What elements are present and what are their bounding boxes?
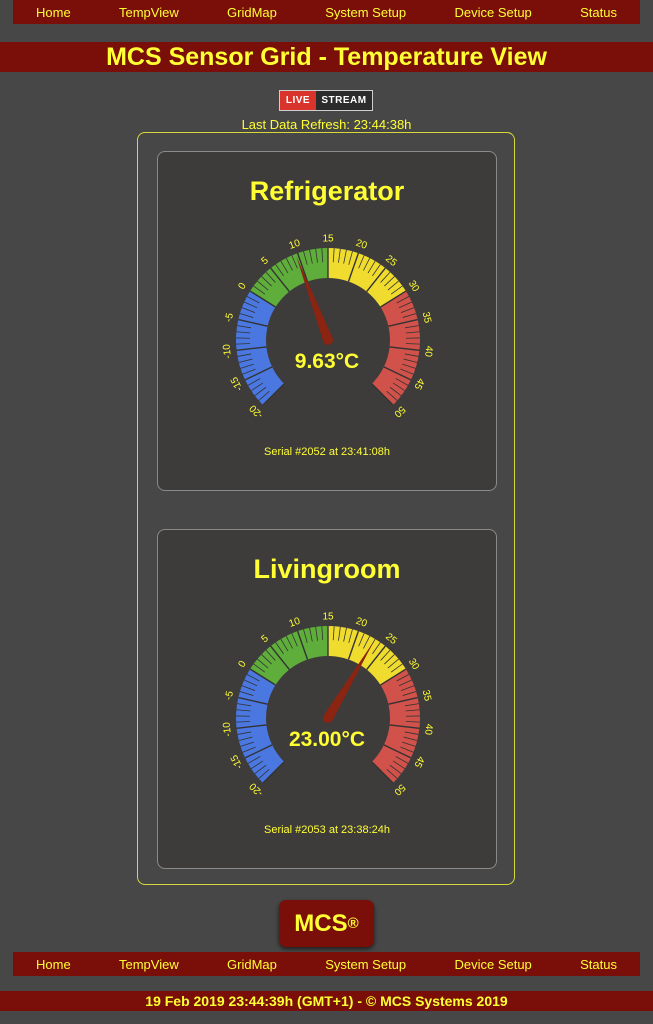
gauge-tick-label: 25: [383, 631, 399, 647]
gauge-tick-label: 45: [411, 754, 426, 769]
gauge-tick-label: 50: [391, 403, 407, 419]
gauge-tick-label: -5: [223, 312, 236, 324]
stream-label: STREAM: [316, 91, 372, 110]
gauge-tick-label: 35: [420, 689, 433, 703]
sensor-name: Livingroom: [253, 554, 401, 584]
livestream-badge[interactable]: LIVE STREAM: [279, 90, 373, 111]
nav-device-setup[interactable]: Device Setup: [454, 957, 531, 972]
sensor-name: Refrigerator: [249, 176, 405, 206]
registered-mark: ®: [347, 915, 359, 932]
page-title: MCS Sensor Grid - Temperature View: [106, 42, 547, 71]
gauge-tick-label: 35: [420, 311, 433, 325]
nav-status[interactable]: Status: [580, 957, 617, 972]
gauge-tick-label: 10: [288, 238, 303, 252]
top-nav: Home TempView GridMap System Setup Devic…: [13, 0, 640, 24]
gauge-needle-hub: [323, 335, 333, 345]
gauge-tick-label: -15: [229, 752, 245, 770]
title-bar: MCS Sensor Grid - Temperature View: [0, 42, 653, 72]
nav-tempview[interactable]: TempView: [119, 957, 179, 972]
nav-tempview[interactable]: TempView: [119, 5, 179, 20]
gauge-tick-label: -5: [223, 690, 236, 702]
gauge-tick-label: 0: [236, 659, 249, 670]
temperature-gauge: -20-15-10-50510 15 20253035404550: [221, 612, 434, 799]
nav-status[interactable]: Status: [580, 5, 617, 20]
footer: 19 Feb 2019 23:44:39h (GMT+1) - © MCS Sy…: [0, 991, 653, 1011]
nav-gridmap[interactable]: GridMap: [227, 5, 277, 20]
gauge-tick-label: 15: [322, 234, 334, 245]
gauge-tick-label: 50: [391, 781, 407, 797]
nav-gridmap[interactable]: GridMap: [227, 957, 277, 972]
serial-info: Serial #2052 at 23:41:08h: [264, 446, 390, 458]
gauge-tick-label: 10: [288, 616, 303, 630]
logo-text: MCS: [294, 909, 348, 937]
gauge-tick-label: 5: [260, 255, 272, 267]
nav-home[interactable]: Home: [36, 957, 71, 972]
mcs-logo: MCS ®: [279, 900, 374, 947]
gauge-tick-label: 25: [383, 253, 399, 269]
serial-info: Serial #2053 at 23:38:24h: [264, 824, 390, 836]
nav-system-setup[interactable]: System Setup: [325, 957, 406, 972]
gauge-tick-label: 20: [354, 616, 369, 630]
gauge-tick-label: 15: [322, 612, 334, 623]
nav-system-setup[interactable]: System Setup: [325, 5, 406, 20]
nav-home[interactable]: Home: [36, 5, 71, 20]
gauge-tick-label: 5: [260, 633, 272, 645]
gauge-tick-label: 30: [406, 657, 421, 673]
temperature-reading: 9.63°C: [294, 350, 360, 373]
nav-device-setup[interactable]: Device Setup: [454, 5, 531, 20]
bottom-nav: Home TempView GridMap System Setup Devic…: [13, 952, 640, 976]
gauge-tick-label: 45: [411, 376, 426, 391]
gauge-tick-label: 0: [236, 281, 249, 292]
live-label: LIVE: [280, 91, 316, 110]
gauge-tick-label: 30: [406, 279, 421, 295]
last-refresh-text: Last Data Refresh: 23:44:38h: [241, 117, 412, 132]
gauge-tick-label: -15: [229, 374, 245, 392]
gauge-tick-label: 20: [354, 238, 369, 252]
temperature-gauge: -20-15-10-50510 15 20253035404550: [221, 234, 434, 421]
temperature-reading: 23.00°C: [288, 728, 366, 751]
footer-text: 19 Feb 2019 23:44:39h (GMT+1) - © MCS Sy…: [145, 993, 508, 1009]
gauge-needle-hub: [323, 713, 333, 723]
sensor-card: Livingroom -20 -15 -10 -5 0 5 10 15 20 25 30 35 40 45…: [157, 529, 497, 869]
sensor-card: Refrigerator -20 -15 -10 -5 0 5 10 15 20 25 30 35 40…: [157, 151, 497, 491]
